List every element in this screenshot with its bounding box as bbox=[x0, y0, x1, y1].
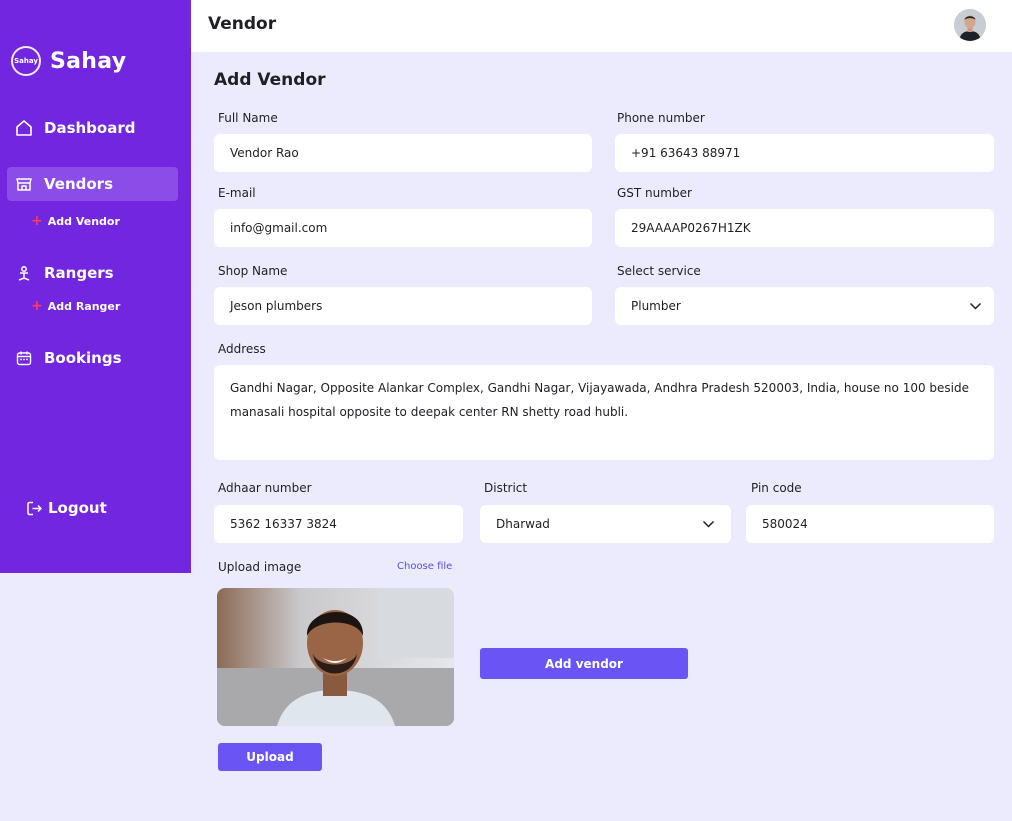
email-input[interactable]: info@gmail.com bbox=[214, 209, 592, 247]
aadhaar-input[interactable]: 5362 16337 3824 bbox=[214, 505, 463, 543]
logout-button[interactable]: Logout bbox=[17, 491, 137, 525]
home-icon bbox=[14, 118, 34, 138]
phone-label: Phone number bbox=[617, 111, 705, 125]
chevron-down-icon bbox=[969, 300, 982, 315]
pincode-value: 580024 bbox=[762, 517, 808, 531]
sidebar-item-rangers[interactable]: Rangers bbox=[7, 256, 178, 290]
pincode-label: Pin code bbox=[751, 481, 802, 495]
logout-icon bbox=[24, 498, 44, 518]
gst-input[interactable]: 29AAAAP0267H1ZK bbox=[615, 209, 994, 247]
address-value: Gandhi Nagar, Opposite Alankar Complex, … bbox=[230, 381, 969, 419]
plus-icon: + bbox=[31, 298, 43, 314]
email-value: info@gmail.com bbox=[230, 221, 328, 235]
app-name: Sahay bbox=[50, 48, 127, 74]
sidebar-subitem-add-ranger[interactable]: + Add Ranger bbox=[31, 299, 120, 313]
sidebar-item-label: Vendors bbox=[44, 175, 114, 193]
choose-file-link[interactable]: Choose file bbox=[397, 561, 452, 572]
sidebar-subitem-label: Add Vendor bbox=[47, 214, 120, 228]
sidebar-subitem-label: Add Ranger bbox=[47, 299, 121, 313]
full-name-label: Full Name bbox=[218, 111, 278, 125]
district-value: Dharwad bbox=[496, 517, 550, 531]
service-label: Select service bbox=[617, 264, 701, 278]
shop-name-label: Shop Name bbox=[218, 264, 288, 278]
upload-label: Upload image bbox=[218, 560, 302, 574]
pincode-input[interactable]: 580024 bbox=[746, 505, 994, 543]
logout-label: Logout bbox=[48, 499, 107, 517]
sidebar-subitem-add-vendor[interactable]: + Add Vendor bbox=[31, 214, 120, 228]
avatar[interactable] bbox=[954, 9, 986, 41]
address-textarea[interactable]: Gandhi Nagar, Opposite Alankar Complex, … bbox=[214, 365, 994, 460]
logo-badge: Sahay bbox=[11, 46, 41, 76]
aadhaar-label: Adhaar number bbox=[218, 481, 312, 495]
sidebar-item-vendors[interactable]: Vendors bbox=[7, 167, 178, 201]
top-bar: Vendor bbox=[191, 0, 1012, 52]
shop-name-value: Jeson plumbers bbox=[230, 299, 323, 313]
phone-input[interactable]: +91 63643 88971 bbox=[615, 134, 994, 172]
plus-icon: + bbox=[31, 213, 43, 229]
sidebar-item-label: Bookings bbox=[44, 349, 122, 367]
store-icon bbox=[14, 174, 34, 194]
service-value: Plumber bbox=[631, 299, 681, 313]
full-name-input[interactable]: Vendor Rao bbox=[214, 134, 592, 172]
sidebar: Sahay Sahay Dashboard Vendors + Add Vend… bbox=[0, 0, 191, 573]
sidebar-item-bookings[interactable]: Bookings bbox=[7, 341, 178, 375]
sidebar-item-dashboard[interactable]: Dashboard bbox=[7, 111, 178, 145]
upload-button[interactable]: Upload bbox=[218, 743, 322, 771]
aadhaar-value: 5362 16337 3824 bbox=[230, 517, 337, 531]
calendar-icon bbox=[14, 348, 34, 368]
full-name-value: Vendor Rao bbox=[230, 146, 299, 160]
sidebar-item-label: Dashboard bbox=[44, 119, 136, 137]
shop-name-input[interactable]: Jeson plumbers bbox=[214, 287, 592, 325]
app-logo[interactable]: Sahay Sahay bbox=[11, 46, 126, 76]
district-select[interactable]: Dharwad bbox=[480, 505, 731, 543]
service-select[interactable]: Plumber bbox=[615, 287, 994, 325]
add-vendor-button[interactable]: Add vendor bbox=[480, 648, 688, 679]
gst-value: 29AAAAP0267H1ZK bbox=[631, 221, 751, 235]
address-label: Address bbox=[218, 342, 266, 356]
form-title: Add Vendor bbox=[214, 70, 326, 90]
email-label: E-mail bbox=[218, 186, 256, 200]
chevron-down-icon bbox=[702, 518, 715, 533]
sidebar-item-label: Rangers bbox=[44, 264, 114, 282]
page-title: Vendor bbox=[208, 14, 277, 34]
district-label: District bbox=[484, 481, 528, 495]
ranger-icon bbox=[14, 263, 34, 283]
uploaded-image-preview bbox=[217, 588, 454, 726]
gst-label: GST number bbox=[617, 186, 692, 200]
phone-value: +91 63643 88971 bbox=[631, 146, 741, 160]
